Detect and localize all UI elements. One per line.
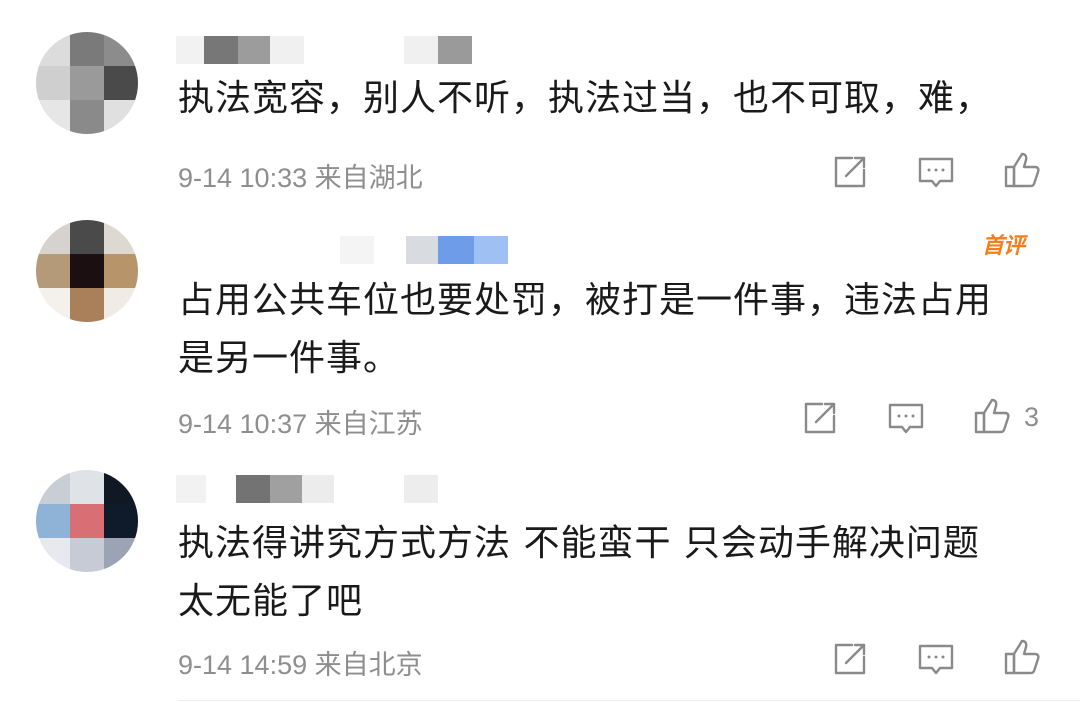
comment-text: 执法宽容，别人不听，执法过当，也不可取，难，: [178, 70, 992, 128]
comment-text-line: 执法宽容，别人不听，执法过当，也不可取，难，: [178, 78, 993, 119]
share-icon[interactable]: [830, 639, 870, 679]
comment-text: 执法得讲究方式方法 不能蛮干 只会动手解决问题 太无能了吧: [178, 515, 980, 631]
comment-text-line: 占用公共车位也要处罚，被打是一件事，违法占用: [178, 280, 993, 321]
location: 来自江苏: [314, 409, 423, 439]
share-icon[interactable]: [800, 398, 840, 438]
location: 来自湖北: [314, 163, 423, 193]
comment-meta: 9-14 10:33 来自湖北: [178, 156, 423, 195]
comment-meta: 9-14 14:59 来自北京: [178, 643, 423, 682]
avatar[interactable]: [36, 470, 138, 572]
comment-icon[interactable]: [916, 152, 956, 192]
avatar[interactable]: [36, 32, 138, 134]
comment-icon[interactable]: [886, 398, 926, 438]
share-icon[interactable]: [830, 152, 870, 192]
timestamp: 9-14 10:33: [178, 163, 308, 193]
comment-text-line: 太无能了吧: [178, 581, 364, 622]
timestamp: 9-14 10:37: [178, 409, 308, 439]
timestamp: 9-14 14:59: [178, 650, 308, 680]
avatar[interactable]: [36, 220, 138, 322]
comment-text-line: 是另一件事。: [178, 338, 401, 379]
like-count: 3: [1024, 402, 1040, 432]
comment-meta: 9-14 10:37 来自江苏: [178, 402, 423, 441]
comment-text: 占用公共车位也要处罚，被打是一件事，违法占用 是另一件事。: [178, 272, 992, 388]
comment-icon[interactable]: [916, 639, 956, 679]
comment-text-line: 执法得讲究方式方法 不能蛮干 只会动手解决问题: [178, 523, 980, 564]
thumbs-up-icon[interactable]: [1002, 150, 1042, 190]
divider: [178, 700, 1080, 701]
thumbs-up-icon[interactable]: [1002, 637, 1042, 677]
first-comment-badge: 首评: [982, 234, 1025, 259]
thumbs-up-icon[interactable]: [972, 396, 1012, 436]
location: 来自北京: [314, 650, 423, 680]
